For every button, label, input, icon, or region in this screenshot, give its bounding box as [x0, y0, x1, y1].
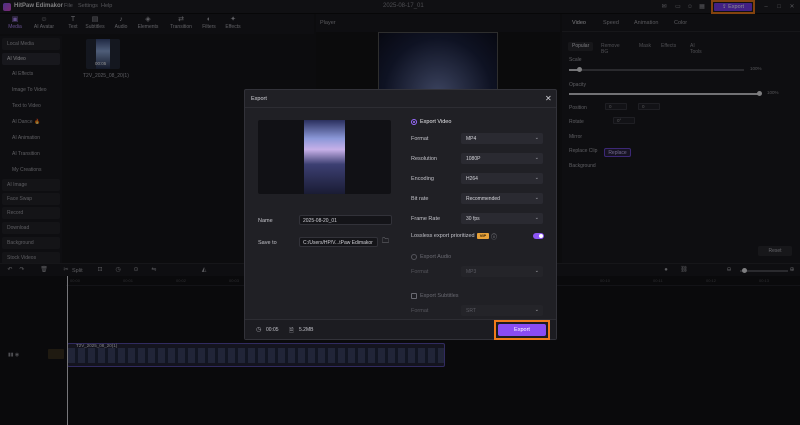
lossless-toggle[interactable] [533, 233, 544, 239]
chevron-down-icon: ⌄ [534, 155, 539, 161]
lossless-label: Lossless export prioritized [411, 233, 475, 239]
export-subtitles-checkbox[interactable] [411, 293, 417, 299]
framerate-label: Frame Rate [411, 216, 441, 222]
resolution-label: Resolution [411, 156, 437, 162]
folder-open-icon[interactable]: 🗀 [382, 237, 389, 248]
resolution-select[interactable]: 1080P ⌄ [461, 153, 543, 164]
encoding-label: Encoding [411, 176, 434, 182]
export-preview [258, 120, 391, 194]
export-video-label: Export Video [420, 119, 452, 125]
dialog-close-icon[interactable]: ✕ [545, 94, 552, 103]
dialog-title: Export [251, 96, 267, 102]
chevron-down-icon: ⌄ [534, 215, 539, 221]
export-duration: 00:05 [266, 327, 279, 333]
encoding-select[interactable]: H264 ⌄ [461, 173, 543, 184]
audio-format-label: Format [411, 269, 429, 275]
chevron-down-icon: ⌄ [534, 175, 539, 181]
format-label: Format [411, 136, 429, 142]
file-size-icon: 🗎 [289, 328, 294, 334]
vip-badge: VIP [477, 233, 489, 239]
name-label: Name [258, 218, 273, 224]
bitrate-label: Bit rate [411, 196, 429, 202]
export-button[interactable]: Export [498, 324, 546, 336]
preview-image [304, 120, 345, 194]
chevron-down-icon: ⌄ [534, 135, 539, 141]
sub-format-select[interactable]: SRT ⌄ [461, 305, 543, 316]
format-select[interactable]: MP4 ⌄ [461, 133, 543, 144]
info-icon[interactable]: ⓘ [491, 232, 497, 241]
export-button-highlight: Export [494, 320, 550, 340]
chevron-down-icon: ⌄ [534, 307, 539, 313]
dialog-header: Export ✕ [245, 90, 556, 108]
export-audio-radio[interactable] [411, 254, 417, 260]
chevron-down-icon: ⌄ [534, 195, 539, 201]
export-subtitles-label: Export Subtitles [420, 293, 459, 299]
framerate-select[interactable]: 30 fps ⌄ [461, 213, 543, 224]
save-to-label: Save to [258, 240, 277, 246]
sub-format-label: Format [411, 308, 429, 314]
save-path-input[interactable]: C:/Users/HP/V...tPaw Edimakor [299, 237, 378, 247]
clock-icon: ◷ [256, 327, 262, 333]
export-video-radio[interactable] [411, 119, 417, 125]
bitrate-select[interactable]: Recommended ⌄ [461, 193, 543, 204]
chevron-down-icon: ⌄ [534, 268, 539, 274]
export-dialog: Export ✕ Name 2025-08-20_01 Save to C:/U… [244, 89, 557, 340]
export-file-size: 5.2MB [299, 327, 314, 333]
name-input[interactable]: 2025-08-20_01 [299, 215, 392, 225]
audio-format-select[interactable]: MP3 ⌄ [461, 266, 543, 277]
export-audio-label: Export Audio [420, 254, 452, 260]
